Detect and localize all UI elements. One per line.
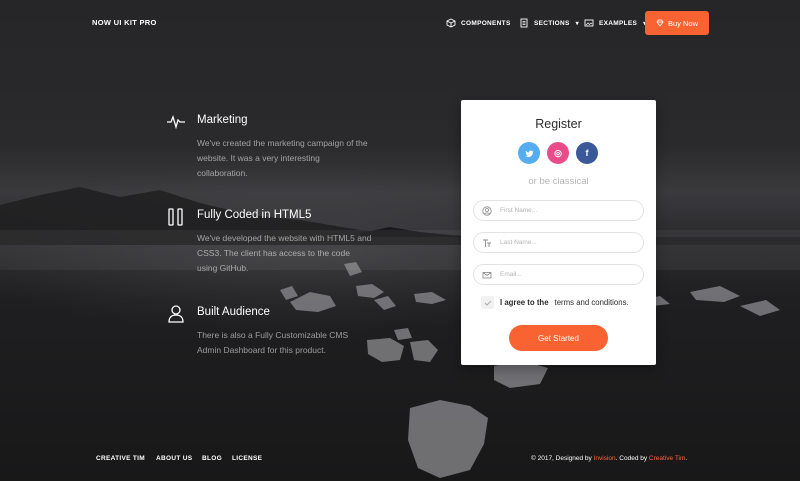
first-name-field[interactable]: First Name... [473,200,644,221]
copyright-suffix: . [685,455,688,462]
dribbble-icon: ◎ [554,147,562,158]
invision-link[interactable]: Invision [594,455,616,462]
feature-title: Fully Coded in HTML5 [197,209,312,221]
terms-checkbox[interactable] [481,296,494,309]
facebook-icon: f [585,148,589,158]
nav-sections[interactable]: SECTIONS ▾ [519,18,579,28]
copyright: © 2017, Designed by Invision. Coded by C… [531,455,687,462]
dribbble-button[interactable]: ◎ [547,142,569,164]
cube-icon [446,18,456,28]
feature-text: We've created the marketing campaign of … [197,138,368,178]
creative-tim-link[interactable]: Creative Tim [649,455,685,462]
user-circle-icon [482,205,492,216]
buy-now-label: Buy Now [667,18,698,28]
feature-text: There is also a Fully Customizable CMS A… [197,330,349,355]
ice-rocks [0,230,800,478]
twitter-button[interactable] [518,142,540,164]
user-icon [168,305,184,323]
navbar: NOW UI KIT PRO COMPONENTS SECTIONS ▾ EXA… [0,0,800,46]
chevron-down-icon: ▾ [575,20,579,27]
columns-icon [168,208,183,226]
brand-logo[interactable]: NOW UI KIT PRO [92,18,157,27]
or-divider-text: or be classical [528,176,589,187]
feature-title: Marketing [197,114,248,126]
terms-agreement: I agree to the terms and conditions. [481,296,629,309]
pulse-icon [167,115,185,130]
last-name-field[interactable]: Last Name... [473,232,644,253]
feature-text: We've developed the website with HTML5 a… [197,233,372,273]
email-input[interactable]: Email... [500,271,522,278]
footer-link-creative-tim[interactable]: CREATIVE TIM [96,455,145,462]
terms-link[interactable]: terms and conditions. [555,298,629,307]
nav-components-label: COMPONENTS [461,19,511,27]
envelope-icon [482,271,492,278]
twitter-icon [524,150,533,157]
nav-sections-label: SECTIONS [534,19,570,27]
nav-examples[interactable]: EXAMPLES ▾ [584,18,646,28]
last-name-input[interactable]: Last Name... [500,239,537,246]
coded-by-text: . Coded by [615,455,648,462]
image-icon [584,19,594,27]
check-icon [484,300,491,306]
nav-components[interactable]: COMPONENTS [446,18,511,28]
footer-link-license[interactable]: LICENSE [232,455,262,462]
first-name-input[interactable]: First Name... [500,207,537,214]
email-field[interactable]: Email... [473,264,644,285]
register-title: Register [535,117,582,131]
diamond-icon [656,19,664,27]
copyright-prefix: © 2017, Designed by [531,455,592,462]
footer-link-blog[interactable]: BLOG [202,455,222,462]
text-size-icon [483,239,491,247]
agree-prefix: I agree to the [500,298,549,307]
register-card: Register ◎ f or be classical First Name.… [461,100,656,365]
get-started-button[interactable]: Get Started [509,325,608,351]
feature-title: Built Audience [197,306,270,318]
buy-now-button[interactable]: Buy Now [645,11,709,35]
footer-link-about-us[interactable]: ABOUT US [156,455,192,462]
facebook-button[interactable]: f [576,142,598,164]
nav-examples-label: EXAMPLES [599,19,638,27]
document-icon [520,18,528,28]
